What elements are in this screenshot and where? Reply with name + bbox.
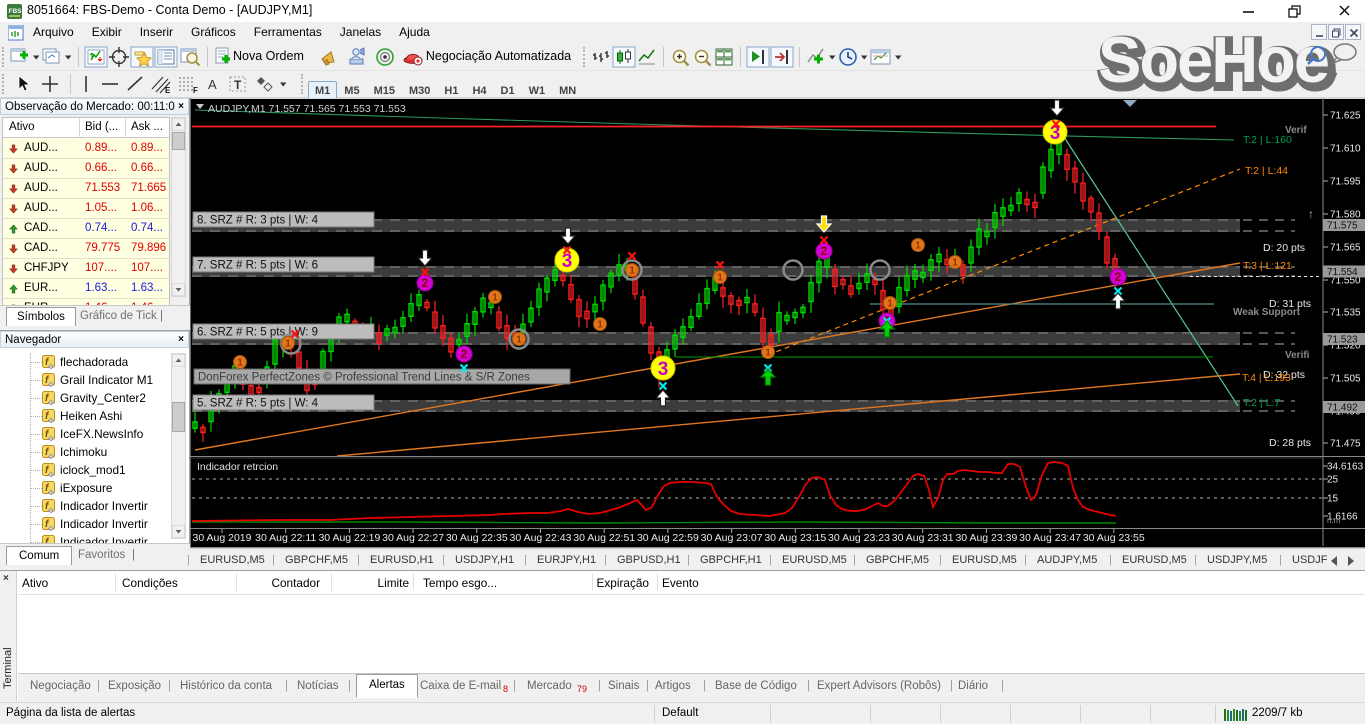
svg-text:71.595: 71.595 (1330, 177, 1361, 188)
svg-text:1: 1 (237, 358, 243, 369)
svg-text:A: A (208, 77, 217, 92)
svg-text:3: 3 (658, 359, 669, 380)
svg-text:15: 15 (1327, 494, 1339, 505)
svg-text:30 Aug 22:35: 30 Aug 22:35 (446, 532, 508, 544)
svg-text:T:4 | L:193: T:4 | L:193 (1242, 372, 1291, 384)
svg-text:30 Aug 23:47: 30 Aug 23:47 (1019, 532, 1081, 544)
svg-text:25: 25 (1327, 475, 1339, 486)
svg-text:30 Aug 22:59: 30 Aug 22:59 (637, 532, 699, 544)
svg-text:3: 3 (562, 251, 573, 272)
svg-text:2: 2 (461, 347, 468, 361)
svg-text:30 Aug 23:15: 30 Aug 23:15 (764, 532, 826, 544)
svg-text:SoeHoe: SoeHoe (1098, 23, 1328, 96)
svg-text:71.625: 71.625 (1330, 111, 1361, 122)
svg-text:D: 28 pts: D: 28 pts (1269, 437, 1311, 449)
svg-text:1: 1 (952, 258, 958, 269)
svg-text:T: T (234, 78, 242, 92)
svg-text:1: 1 (887, 299, 893, 310)
svg-text:Verifi: Verifi (1285, 350, 1310, 361)
svg-text:30 Aug 23:55: 30 Aug 23:55 (1083, 532, 1145, 544)
svg-text:71.575: 71.575 (1327, 221, 1358, 232)
svg-text:7. SRZ # R: 5 pts | W: 6: 7. SRZ # R: 5 pts | W: 6 (197, 260, 318, 272)
svg-text:1: 1 (516, 335, 522, 346)
svg-text:71.554: 71.554 (1327, 267, 1358, 278)
svg-text:2: 2 (1115, 270, 1122, 284)
svg-text:30 Aug 2019: 30 Aug 2019 (193, 532, 252, 544)
svg-text:30 Aug 22:11: 30 Aug 22:11 (255, 532, 316, 544)
svg-text:30 Aug 22:43: 30 Aug 22:43 (510, 532, 572, 544)
svg-text:30 Aug 23:23: 30 Aug 23:23 (828, 532, 890, 544)
svg-text:71.475: 71.475 (1330, 439, 1361, 450)
svg-text:2: 2 (422, 276, 429, 290)
svg-text:1: 1 (717, 273, 723, 284)
svg-text:30 Aug 23:31: 30 Aug 23:31 (892, 532, 954, 544)
svg-text:34.6163: 34.6163 (1327, 462, 1364, 473)
svg-text:71.580: 71.580 (1330, 210, 1361, 221)
svg-text:30 Aug 22:51: 30 Aug 22:51 (573, 532, 635, 544)
svg-text:↑: ↑ (1308, 207, 1314, 221)
svg-text:1: 1 (765, 348, 771, 359)
svg-text:71.505: 71.505 (1330, 374, 1361, 385)
svg-text:E: E (165, 86, 171, 95)
svg-text:2: 2 (821, 244, 828, 258)
svg-text:30 Aug 23:39: 30 Aug 23:39 (955, 532, 1017, 544)
svg-text:71.610: 71.610 (1330, 144, 1361, 155)
svg-text:D: 20 pts: D: 20 pts (1263, 242, 1305, 254)
svg-text:1: 1 (597, 320, 603, 331)
svg-text:71.565: 71.565 (1330, 243, 1361, 254)
svg-text:T:2 | L:7: T:2 | L:7 (1243, 397, 1280, 409)
svg-text:30 Aug 22:27: 30 Aug 22:27 (382, 532, 444, 544)
svg-text:FBS: FBS (9, 8, 23, 15)
svg-text:6. SRZ # R: 5 pts | W: 9: 6. SRZ # R: 5 pts | W: 9 (197, 327, 318, 339)
svg-text:1: 1 (915, 241, 921, 252)
svg-text:30 Aug 22:19: 30 Aug 22:19 (318, 532, 380, 544)
svg-text:DonForex PerfectZones © Profes: DonForex PerfectZones © Professional Tre… (198, 372, 530, 384)
svg-text:T:3 | L:121: T:3 | L:121 (1243, 260, 1292, 272)
svg-text:1: 1 (285, 339, 291, 350)
svg-text:F: F (193, 86, 198, 95)
svg-text:1: 1 (492, 293, 498, 304)
svg-text:30 Aug 23:07: 30 Aug 23:07 (701, 532, 763, 544)
svg-text:n.m: n.m (1327, 516, 1341, 525)
svg-text:Weak Support: Weak Support (1233, 307, 1301, 318)
svg-text:5. SRZ # R: 5 pts | W: 4: 5. SRZ # R: 5 pts | W: 4 (197, 398, 319, 410)
svg-text:T:2 | L:44: T:2 | L:44 (1245, 165, 1288, 177)
svg-text:1: 1 (629, 266, 635, 277)
svg-text:AUDJPY,M1 71.557 71.565 71.55: AUDJPY,M1 71.557 71.565 71.553 71.553 (208, 103, 406, 115)
svg-text:8. SRZ # R: 3 pts | W: 4: 8. SRZ # R: 3 pts | W: 4 (197, 215, 319, 227)
svg-text:Indicador retrcion: Indicador retrcion (197, 461, 278, 473)
svg-text:T:2 | L:160: T:2 | L:160 (1243, 134, 1292, 146)
svg-text:71.523: 71.523 (1327, 335, 1358, 346)
svg-text:71.535: 71.535 (1330, 308, 1361, 319)
svg-text:71.492: 71.492 (1327, 403, 1358, 414)
